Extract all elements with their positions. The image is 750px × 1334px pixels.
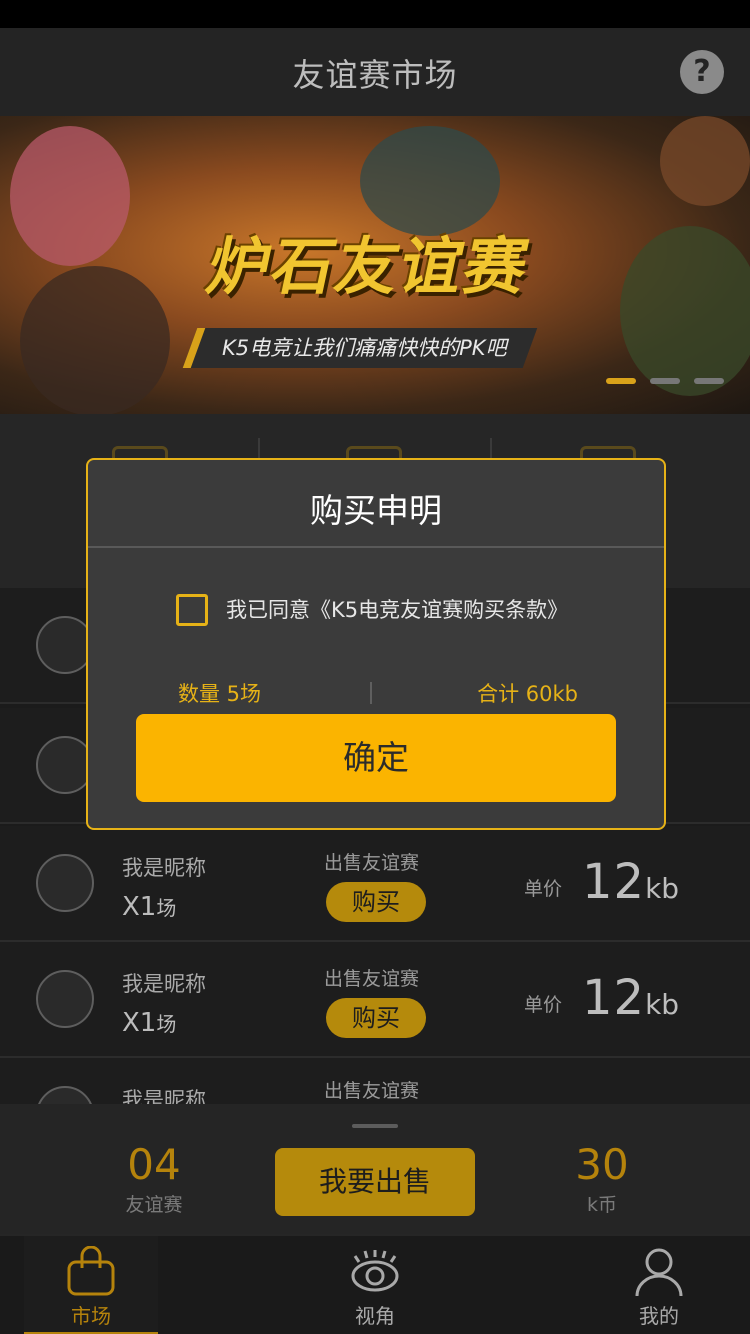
total-summary: 合计 60kb: [477, 682, 578, 706]
banner[interactable]: 炉石友谊赛 K5电竞让我们痛痛快快的PK吧: [0, 116, 750, 414]
help-icon[interactable]: ?: [680, 50, 724, 94]
coin-count-label: k币: [586, 1194, 617, 1216]
buy-button[interactable]: 购买: [326, 998, 426, 1038]
banner-title: 炉石友谊赛: [201, 230, 537, 303]
banner-subtitle: K5电竞让我们痛痛快快的PK吧: [222, 336, 507, 360]
banner-decor: [660, 116, 750, 206]
price-value: 12kb: [582, 970, 680, 1026]
bottom-panel: 04 友谊赛 我要出售 30 k币: [0, 1104, 750, 1234]
pager-dot[interactable]: [694, 378, 724, 384]
tab-view[interactable]: 视角: [308, 1236, 442, 1334]
agree-terms-link[interactable]: 我已同意《K5电竞友谊赛购买条款》: [226, 594, 568, 624]
banner-decor: [20, 266, 170, 414]
sell-button[interactable]: 我要出售: [275, 1148, 475, 1216]
user-icon: [635, 1248, 683, 1297]
sell-label: 出售友谊赛: [324, 852, 420, 874]
quantity: X1场: [122, 892, 177, 922]
buy-button[interactable]: 购买: [326, 882, 426, 922]
nickname: 我是昵称: [122, 972, 206, 996]
divider: [370, 682, 372, 704]
tab-market[interactable]: 市场: [24, 1236, 158, 1334]
quantity: X1场: [122, 1008, 177, 1038]
list-item[interactable]: 我是昵称 X1场 出售友谊赛 购买 单价 12kb: [0, 826, 750, 942]
tab-label: 视角: [355, 1304, 395, 1328]
eye-icon: [351, 1250, 399, 1292]
avatar[interactable]: [36, 970, 94, 1028]
price-label: 单价: [524, 994, 563, 1016]
agree-checkbox[interactable]: [176, 594, 208, 626]
pager-dot[interactable]: [650, 378, 680, 384]
price-value: 12kb: [582, 854, 680, 910]
banner-pager[interactable]: [606, 378, 724, 384]
pager-dot[interactable]: [606, 378, 636, 384]
banner-decor: [10, 126, 130, 266]
dialog-title: 购买申明: [310, 491, 442, 530]
sell-label: 出售友谊赛: [324, 1080, 420, 1102]
quantity-summary: 数量 5场: [178, 682, 262, 706]
sell-label: 出售友谊赛: [324, 968, 420, 990]
tab-label: 市场: [71, 1304, 111, 1328]
tab-mine[interactable]: 我的: [592, 1236, 726, 1334]
confirm-button[interactable]: 确定: [136, 714, 616, 802]
list-item[interactable]: 我是昵称 X1场 出售友谊赛 购买 单价 12kb: [0, 942, 750, 1058]
divider: [88, 546, 664, 548]
drag-handle[interactable]: [352, 1124, 398, 1128]
tab-bar: 市场 视角 我的: [0, 1234, 750, 1334]
nav-bar: 友谊赛市场 ?: [0, 28, 750, 116]
tab-label: 我的: [639, 1304, 679, 1328]
banner-decor: [620, 226, 750, 396]
match-count-label: 友谊赛: [125, 1194, 183, 1216]
price-label: 单价: [524, 878, 563, 900]
match-count: 04: [127, 1140, 181, 1189]
status-bar: [0, 0, 750, 28]
nickname: 我是昵称: [122, 856, 206, 880]
coin-count: 30: [575, 1140, 629, 1189]
avatar[interactable]: [36, 854, 94, 912]
page-title: 友谊赛市场: [292, 56, 458, 94]
purchase-dialog: 购买申明 我已同意《K5电竞友谊赛购买条款》 数量 5场 合计 60kb 确定: [86, 458, 666, 830]
bag-icon: [67, 1246, 115, 1296]
